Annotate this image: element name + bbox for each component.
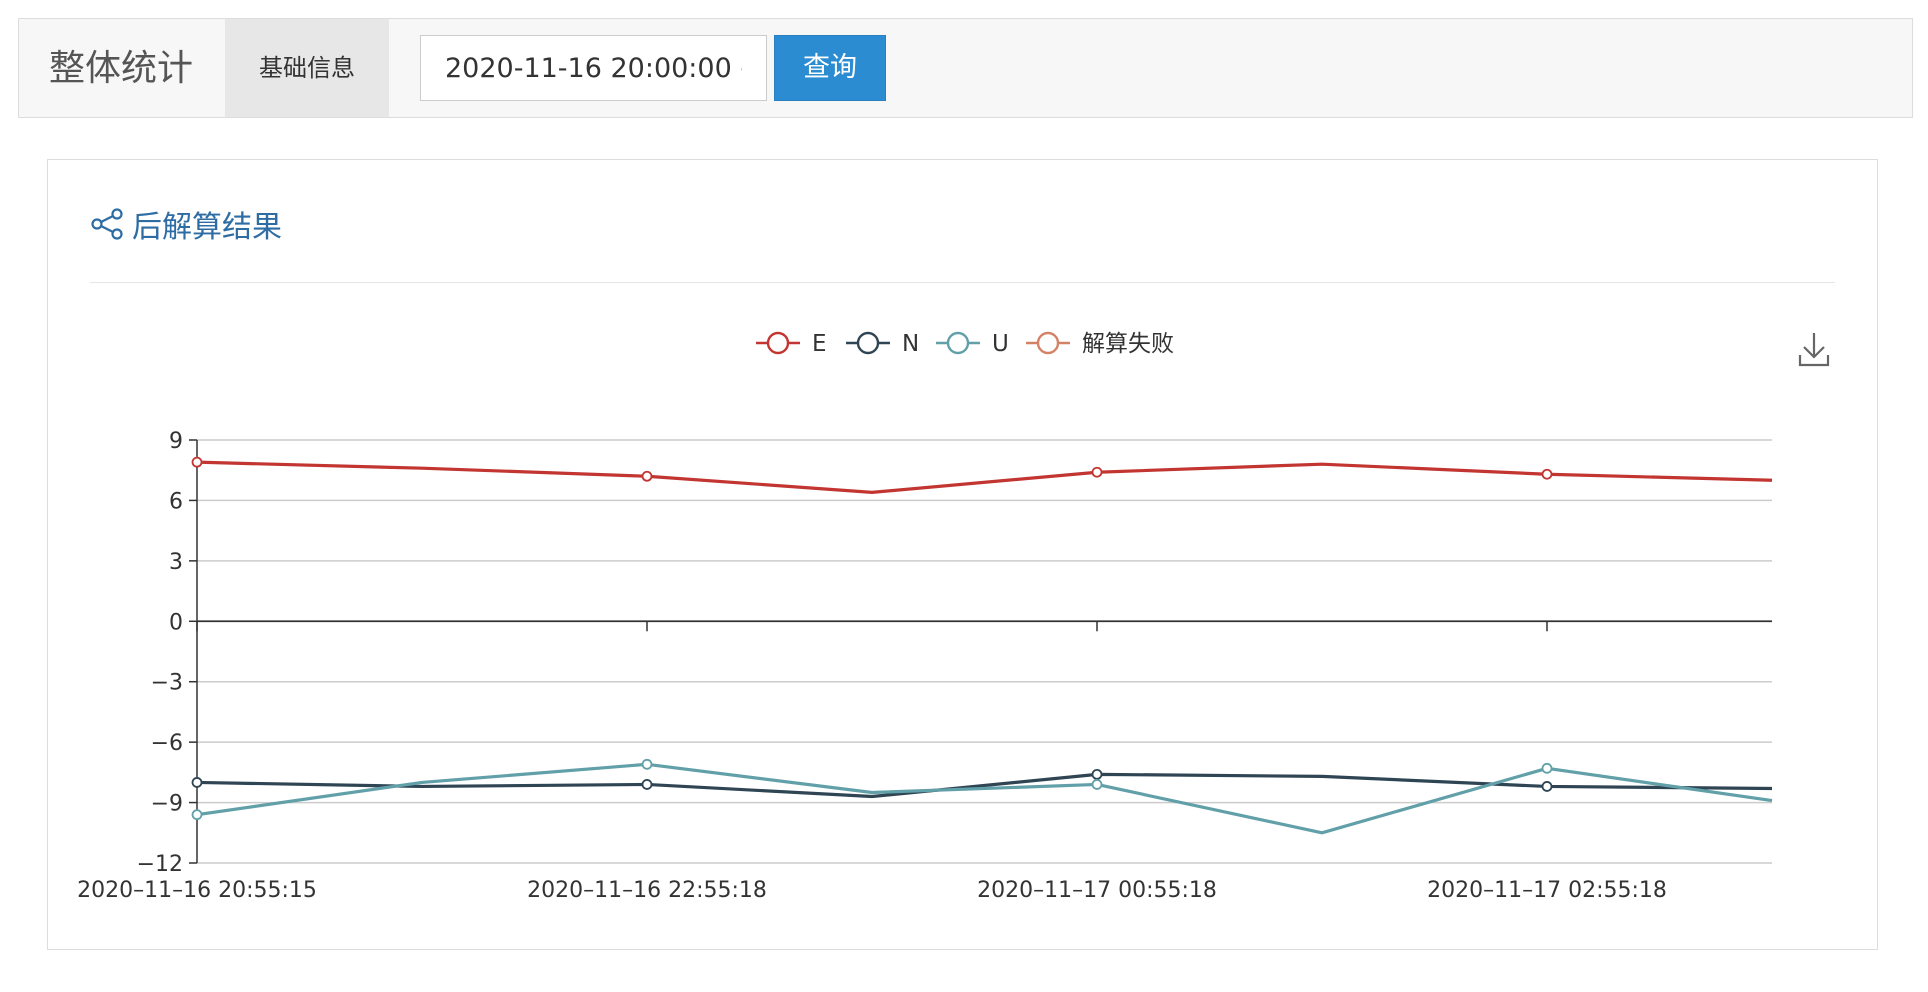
chart-series (191, 456, 1773, 835)
download-icon[interactable] (1796, 329, 1832, 369)
data-point[interactable] (191, 456, 203, 468)
y-tick-label: −6 (151, 731, 183, 756)
x-tick-label: 2020–11–17 00:55:18 (977, 878, 1217, 903)
legend-item-N[interactable]: N (846, 331, 919, 357)
data-point[interactable] (1091, 768, 1103, 780)
data-point[interactable] (1091, 779, 1103, 790)
series-line (196, 762, 1773, 835)
series-U (191, 758, 1773, 835)
data-point[interactable] (1091, 466, 1103, 478)
legend-label: U (992, 331, 1009, 357)
x-tick-label: 2020–11–16 20:55:15 (77, 878, 317, 903)
line-chart: 9 6 3 0 −3 −6 −9 −122020–11–16 20:55:15 2020–11–… (77, 329, 1832, 903)
series-line (196, 772, 1773, 799)
y-tick-label: −3 (151, 671, 183, 696)
legend-label: 解算失败 (1082, 331, 1174, 357)
chart-legend: E N U 解算失败 (756, 331, 1174, 357)
chart-grid (197, 439, 1772, 864)
data-point[interactable] (641, 758, 653, 770)
y-tick-label: 3 (169, 550, 183, 575)
legend-item-解算失败[interactable]: 解算失败 (1026, 331, 1174, 357)
legend-marker (946, 331, 970, 355)
data-point[interactable] (641, 779, 653, 790)
x-tick-label: 2020–11–16 22:55:18 (527, 878, 767, 903)
legend-marker (1036, 331, 1060, 355)
legend-item-U[interactable]: U (936, 331, 1009, 357)
data-point[interactable] (191, 809, 203, 821)
legend-marker (766, 331, 790, 355)
y-tick-label: −9 (151, 792, 183, 817)
y-tick-label: 9 (169, 429, 183, 454)
legend-item-E[interactable]: E (756, 331, 827, 357)
data-point[interactable] (1541, 781, 1553, 792)
data-point[interactable] (1541, 762, 1553, 774)
data-point[interactable] (641, 470, 653, 482)
y-tick-label: 6 (169, 489, 183, 514)
legend-label: N (902, 331, 919, 357)
legend-label: E (812, 331, 827, 357)
x-tick-label: 2020–11–17 02:55:18 (1427, 878, 1667, 903)
data-point[interactable] (1541, 468, 1553, 480)
data-point[interactable] (191, 777, 203, 788)
series-E (191, 456, 1773, 494)
series-line (196, 460, 1773, 494)
y-tick-label: 0 (169, 610, 183, 635)
legend-marker (856, 331, 880, 355)
y-tick-label: −12 (137, 852, 183, 877)
